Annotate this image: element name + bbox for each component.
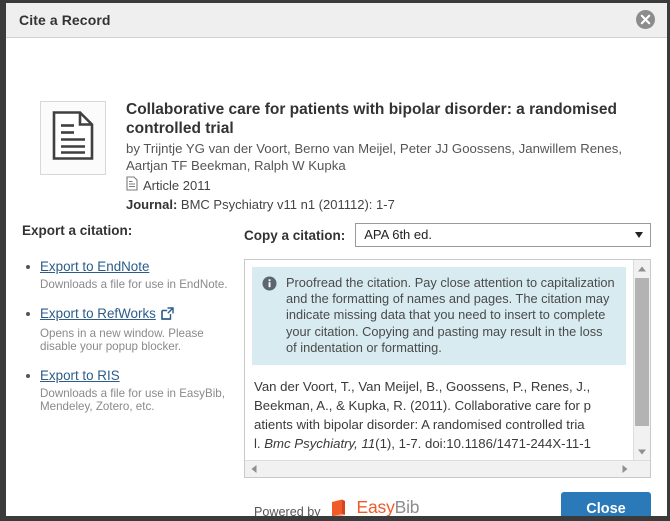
citation-style-value: APA 6th ed.: [364, 227, 432, 242]
export-refworks-description: Opens in a new window. Please disable yo…: [40, 326, 204, 354]
export-item-refworks: Export to RefWorks Opens in a new window…: [22, 305, 232, 354]
cite-a-record-dialog: Cite a Record Collaborative care for pat…: [0, 0, 670, 521]
dialog-footer: Powered by EasyBib a Chegg service Close: [6, 492, 667, 520]
citation-panel: Proofread the citation. Pay close attent…: [244, 259, 651, 478]
close-button[interactable]: Close: [561, 492, 651, 516]
easybib-logo: EasyBib a Chegg service: [330, 497, 420, 517]
easybib-brand-first: Easy: [356, 497, 395, 517]
export-item-ris: Export to RIS Downloads a file for use i…: [22, 367, 232, 414]
citation-line-4: l. Bmc Psychiatry, 11(1), 1-7. doi:10.11…: [254, 434, 626, 453]
record-journal: Journal: BMC Psychiatry v11 n1 (201112):…: [126, 196, 651, 213]
citation-text[interactable]: Van der Voort, T., Van Meijel, B., Gooss…: [254, 377, 626, 453]
record-authors: by Trijntje YG van der Voort, Berno van …: [126, 141, 622, 173]
powered-by-label: Powered by: [254, 505, 321, 520]
easybib-wordmark: EasyBib a Chegg service: [356, 497, 420, 517]
record-thumbnail: [40, 101, 106, 175]
external-link-icon[interactable]: [161, 306, 174, 325]
citation-line-4-prefix: l.: [254, 436, 265, 452]
citation-line-2: Beekman, A., & Kupka, R. (2011). Collabo…: [254, 398, 591, 414]
export-ris-description: Downloads a file for use in EasyBib, Men…: [40, 386, 225, 414]
citation-style-select[interactable]: APA 6th ed.: [355, 223, 651, 247]
record-summary: Collaborative care for patients with bip…: [6, 38, 667, 221]
chevron-down-icon: [635, 232, 643, 238]
record-type: Article 2011: [126, 176, 651, 195]
proofread-notice-text: Proofread the citation. Pay close attent…: [286, 275, 615, 355]
easybib-book-icon: [330, 498, 352, 516]
scroll-right-arrow-icon[interactable]: [616, 461, 633, 477]
powered-by-easybib: Powered by EasyBib a Chegg service: [254, 497, 420, 520]
dialog-titlebar: Cite a Record: [6, 3, 667, 38]
export-list: Export to EndNote Downloads a file for u…: [22, 258, 232, 414]
export-item-endnote: Export to EndNote Downloads a file for u…: [22, 258, 232, 292]
citation-horizontal-scrollbar[interactable]: [245, 460, 650, 477]
article-icon: [126, 176, 138, 195]
vertical-scrollbar-thumb[interactable]: [635, 278, 649, 426]
copy-citation-label: Copy a citation:: [244, 227, 346, 243]
copy-citation-column: Copy a citation: APA 6th ed. Proofread t…: [232, 221, 651, 478]
easybib-brand-second: Bib: [394, 497, 420, 517]
citation-vertical-scrollbar[interactable]: [633, 260, 650, 460]
record-details: Collaborative care for patients with bip…: [126, 52, 651, 213]
citation-line-1: Van der Voort, T., Van Meijel, B., Gooss…: [254, 379, 591, 395]
dialog-title: Cite a Record: [19, 12, 111, 28]
export-to-endnote-link[interactable]: Export to EndNote: [40, 259, 149, 274]
scroll-up-arrow-icon[interactable]: [634, 260, 650, 277]
citation-line-3: atients with bipolar disorder: A randomi…: [254, 417, 585, 433]
copy-citation-row: Copy a citation: APA 6th ed.: [244, 223, 651, 247]
record-journal-label: Journal:: [126, 197, 178, 212]
easybib-brand: EasyBib: [356, 497, 420, 517]
proofread-notice: Proofread the citation. Pay close attent…: [252, 267, 626, 366]
citation-scroll-area: Proofread the citation. Pay close attent…: [245, 260, 633, 460]
dialog-content: Export a citation: Export to EndNote Dow…: [6, 221, 667, 478]
export-endnote-description: Downloads a file for use in EndNote.: [40, 278, 228, 291]
document-page-icon: [52, 111, 94, 166]
record-title: Collaborative care for patients with bip…: [126, 101, 617, 137]
record-journal-value: BMC Psychiatry v11 n1 (201112): 1-7: [180, 197, 395, 212]
scroll-down-arrow-icon[interactable]: [634, 443, 650, 460]
citation-line-4-suffix: (1), 1-7. doi:10.1186/1471-244X-11-1: [375, 436, 591, 452]
export-heading: Export a citation:: [22, 223, 133, 238]
close-icon[interactable]: [636, 10, 655, 29]
scrollbar-corner: [633, 461, 650, 477]
scroll-left-arrow-icon[interactable]: [245, 461, 262, 477]
citation-journal-italic: Bmc Psychiatry, 11: [264, 436, 376, 452]
record-type-label: Article 2011: [143, 178, 211, 193]
info-icon: [262, 275, 277, 356]
export-to-refworks-link[interactable]: Export to RefWorks: [40, 306, 156, 321]
export-column: Export a citation: Export to EndNote Dow…: [22, 221, 232, 478]
export-to-ris-link[interactable]: Export to RIS: [40, 368, 120, 383]
